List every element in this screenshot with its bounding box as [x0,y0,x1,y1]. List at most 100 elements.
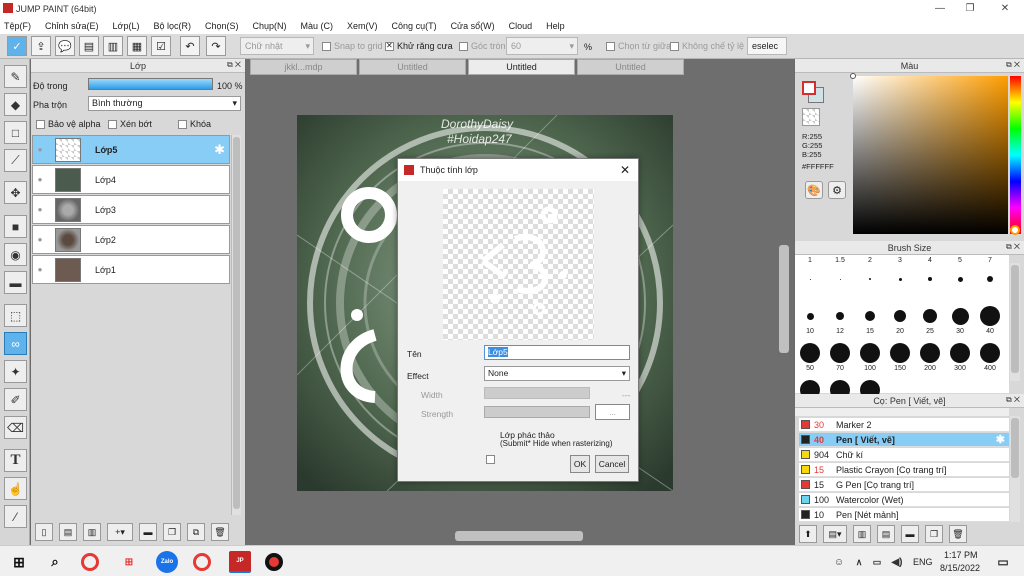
menu-cloud[interactable]: Cloud [509,21,533,31]
rect-select-icon[interactable]: ⬚ [4,304,27,327]
magic-wand-icon[interactable]: ✦ [4,360,27,383]
new-layer-icon[interactable]: ▯ [35,523,53,541]
eyedropper-icon[interactable]: ⁄ [4,505,27,528]
scroll-thumb[interactable] [1011,265,1019,373]
menu-layer[interactable]: Lớp(L) [113,21,140,31]
grid-list-icon[interactable]: ▦ [127,36,147,56]
volume-icon[interactable]: ◀) [886,551,908,573]
minimize-icon[interactable]: — [925,0,955,17]
opacity-slider[interactable] [88,78,213,90]
scroll-thumb[interactable] [1011,418,1019,478]
brush-size-dot[interactable] [806,312,814,320]
brush-size-dot[interactable] [980,343,1000,363]
ok-button[interactable]: OK [570,455,590,473]
foreground-color-swatch[interactable] [802,81,816,95]
line-pen-icon[interactable]: ⟋ [4,149,27,172]
bucket-icon[interactable]: ◉ [4,243,27,266]
move-icon[interactable]: ✥ [4,181,27,204]
saturation-value-picker[interactable] [850,73,1008,234]
panel-close-icon[interactable]: ⧉ ✕ [1006,395,1020,405]
close-icon[interactable]: ✕ [990,0,1020,17]
tab-document[interactable]: Untitled [468,59,575,75]
brush-size-dot[interactable] [898,277,902,281]
gear-icon[interactable]: ✱ [996,433,1005,446]
brush-size-dot[interactable] [951,307,969,325]
brush-size-dot[interactable] [809,278,811,280]
panel-close-icon[interactable]: ⧉ ✕ [1006,60,1020,70]
brush-size-dot[interactable] [865,311,875,321]
clock-time[interactable]: 1:17 PM [944,550,978,560]
pen-item[interactable]: 15 G Pen [Cọ trang trí] [799,478,1009,492]
lasso-icon[interactable]: ∞ [4,332,27,355]
copy-layer-icon[interactable]: ▥ [83,523,101,541]
opera-gx-icon[interactable] [193,553,211,571]
snap-grid-checkbox[interactable]: Snap to grid [322,41,383,51]
brush-size-dot[interactable] [950,343,970,363]
duplicate-icon[interactable]: ❐ [925,525,943,543]
brush-size-dot[interactable] [890,343,910,363]
tab-document[interactable]: jkkl...mdp [250,59,357,75]
pen-item[interactable]: 15 Plastic Crayon [Cọ trang trí] [799,463,1009,477]
zalo-icon[interactable]: Zalo [156,551,178,573]
clipping-checkbox[interactable]: Xén bớt [108,119,152,129]
select-eraser-icon[interactable]: ⌫ [4,416,27,439]
brush-size-dot[interactable] [894,310,906,322]
visibility-icon[interactable]: ● [33,175,47,184]
hand-icon[interactable]: ☝ [4,477,27,500]
pen-item[interactable]: 30 Marker 2 [799,418,1009,432]
layers-scrollbar[interactable] [231,135,241,515]
pen-add-menu-icon[interactable]: ▤▾ [823,525,847,543]
color-cursor[interactable] [850,73,856,79]
brush-size-dot[interactable] [923,309,937,323]
check-icon[interactable]: ✓ [7,36,27,56]
fill-square-icon[interactable]: ■ [4,215,27,238]
panel-close-icon[interactable]: ⧉ ✕ [227,60,241,70]
merge-icon[interactable]: ⧉ [187,523,205,541]
hue-cursor[interactable] [1010,225,1020,235]
layer-name-input[interactable]: Lớp5 [484,345,630,360]
trash-icon[interactable]: 🗑 [949,525,967,543]
menu-window[interactable]: Cửa sổ(W) [451,21,495,31]
speech-bubble-icon[interactable]: 💬 [55,36,75,56]
brush-size-dot[interactable] [920,343,940,363]
vertical-scrollbar[interactable] [779,245,789,353]
page-icon[interactable]: ▥ [103,36,123,56]
export-icon[interactable]: ⇪ [31,36,51,56]
protect-alpha-checkbox[interactable]: Bảo vệ alpha [36,119,101,129]
pen-scrollbar[interactable] [1010,416,1020,522]
brush-size-dot[interactable] [830,343,850,363]
blend-select[interactable]: Bình thường ▾ [88,96,241,111]
cancel-button[interactable]: Cancel [595,455,629,473]
opera-icon[interactable] [81,553,99,571]
language-indicator[interactable]: ENG [913,557,933,567]
brush-scrollbar[interactable] [1010,263,1020,381]
menu-tools[interactable]: Công cụ(T) [392,21,437,31]
search-icon[interactable]: ⌕ [44,551,66,573]
visibility-icon[interactable]: ● [33,265,47,274]
menu-edit[interactable]: Chỉnh sửa(E) [45,21,99,31]
brush-size-dot[interactable] [800,343,820,363]
jump-paint-taskbar-icon[interactable]: JP [229,551,251,573]
network-icon[interactable]: ▭ [866,551,888,573]
round-value-input[interactable]: 60 ▾ [506,37,578,55]
restore-icon[interactable]: ❐ [955,0,985,17]
clock-date[interactable]: 8/15/2022 [940,563,980,573]
menu-filter[interactable]: Bộ lọc(R) [153,21,191,31]
visibility-icon[interactable]: ● [33,235,47,244]
menu-color[interactable]: Màu (C) [301,21,334,31]
brush-size-dot[interactable] [957,276,963,282]
checklist-icon[interactable]: ☑ [151,36,171,56]
panel-close-icon[interactable]: ⧉ ✕ [1006,242,1020,252]
no-ratio-checkbox[interactable]: Không chế tỷ lệ [670,41,744,51]
palette-settings-icon[interactable]: ⚙ [828,181,846,199]
visibility-icon[interactable]: ● [33,205,47,214]
lock-checkbox[interactable]: Khóa [178,119,211,129]
palette-icon[interactable]: 🎨 [805,181,823,199]
menu-view[interactable]: Xem(V) [347,21,378,31]
layer-row[interactable]: ● Lớp4 [32,165,230,194]
text-tool-icon[interactable]: T [4,449,27,472]
tab-document[interactable]: Untitled [359,59,466,75]
close-icon[interactable]: ✕ [620,163,630,177]
add-layer-menu-icon[interactable]: +▾ [107,523,133,541]
notification-icon[interactable]: ▭ [992,551,1014,573]
